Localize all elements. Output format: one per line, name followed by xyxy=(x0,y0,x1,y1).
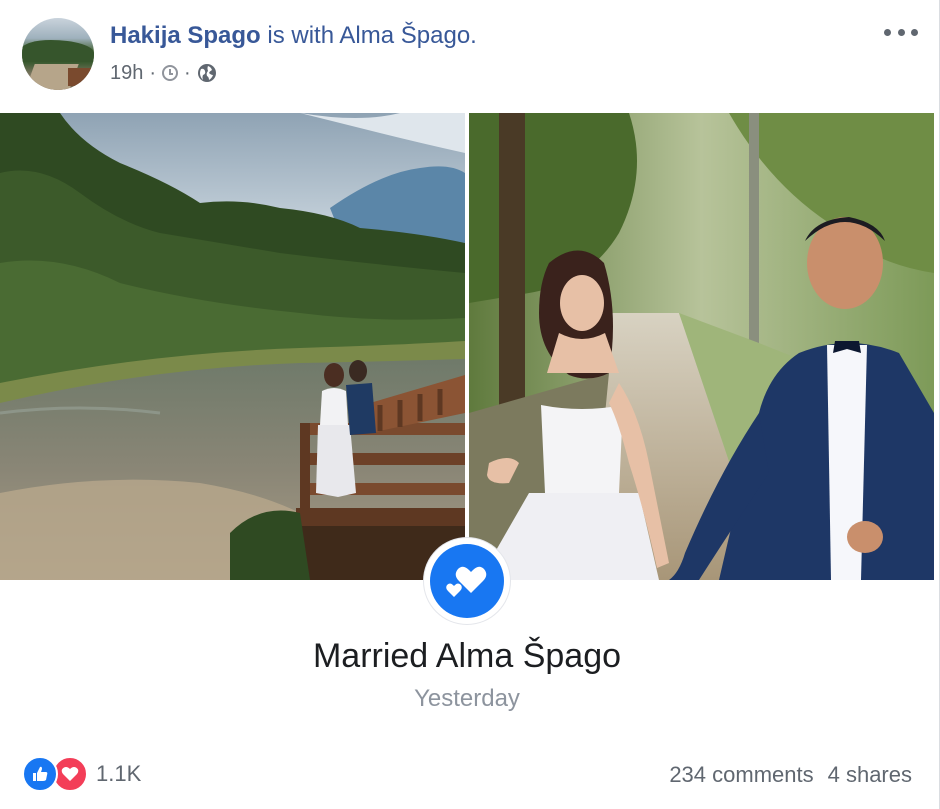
with-text: is with xyxy=(260,22,340,49)
post-header: Hakija Spago is with Alma Špago. 19h · · xyxy=(0,0,940,112)
thumbs-up-icon xyxy=(33,766,48,781)
post-timestamp-link[interactable]: 19h xyxy=(110,60,143,86)
post-meta: 19h · · xyxy=(110,60,217,86)
more-options-button[interactable] xyxy=(884,22,918,42)
photo-couple-on-balcony-image xyxy=(0,113,465,580)
photo-couple-holding-hands[interactable] xyxy=(469,113,934,580)
post-photos xyxy=(0,113,934,580)
reaction-count: 1.1K xyxy=(96,761,142,786)
avatar-railing xyxy=(68,68,92,86)
globe-icon[interactable] xyxy=(197,63,217,83)
more-dot xyxy=(897,28,905,36)
comments-count-link[interactable]: 234 comments xyxy=(669,762,813,788)
tagged-person-link[interactable]: Alma Špago xyxy=(339,22,470,49)
meta-separator: · xyxy=(149,62,157,84)
life-event-badge-inner xyxy=(430,544,504,618)
life-event-title: Married Alma Špago xyxy=(312,637,622,675)
shares-count-link[interactable]: 4 shares xyxy=(828,762,912,788)
like-reaction-icon xyxy=(22,756,58,792)
post-title-line: Hakija Spago is with Alma Špago. xyxy=(110,22,477,50)
life-event-date: Yesterday xyxy=(414,685,520,712)
heart-icon xyxy=(61,767,79,781)
life-event-badge xyxy=(424,538,510,624)
author-avatar[interactable] xyxy=(22,18,94,90)
photo-couple-on-balcony[interactable] xyxy=(0,113,465,580)
more-dot xyxy=(911,28,918,36)
author-name-link[interactable]: Hakija Spago xyxy=(110,22,261,49)
meta-separator-2: · xyxy=(184,62,191,84)
hearts-icon xyxy=(446,566,487,597)
post-footer: 1.1K 234 comments 4 shares xyxy=(0,748,934,800)
title-period: . xyxy=(470,22,477,49)
reactions-summary[interactable]: 1.1K xyxy=(22,756,141,792)
photo-couple-holding-hands-image xyxy=(469,113,934,580)
feed-post: Hakija Spago is with Alma Špago. 19h · · xyxy=(0,0,940,809)
more-dot xyxy=(884,28,891,36)
avatar-trees xyxy=(22,40,94,62)
post-stats: 234 comments 4 shares xyxy=(669,762,912,788)
clock-icon xyxy=(162,65,179,81)
